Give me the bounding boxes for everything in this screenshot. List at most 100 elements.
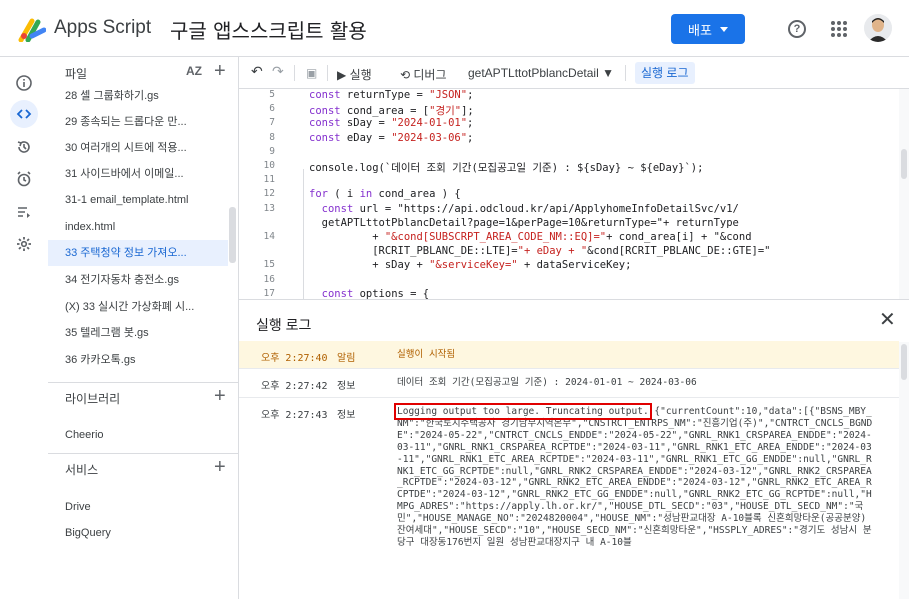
code-text: const options = {: [321, 287, 430, 299]
log-level: 알림: [337, 353, 356, 364]
code-text: const eDay = "2024-03-06";: [309, 131, 474, 144]
code-line[interactable]: 17 const options = {: [239, 288, 899, 299]
add-file-plus-icon[interactable]: +: [214, 61, 226, 81]
log-row: 오후 2:27:40 알림 실행이 시작됨: [239, 341, 899, 369]
log-time: 오후 2:27:42: [261, 381, 328, 392]
files-label: 파일: [65, 67, 88, 81]
divider: [48, 453, 238, 454]
file-item[interactable]: 34 전기자동차 충전소.gs: [48, 267, 228, 293]
line-number: 13: [263, 202, 275, 214]
file-item[interactable]: (X) 33 실시간 가상화폐 시...: [48, 294, 228, 320]
editor-code-icon[interactable]: [10, 100, 38, 128]
code-editor[interactable]: 5 const returnType = "JSON"; 6 const cond_a…: [239, 89, 909, 299]
service-item[interactable]: Drive: [65, 501, 91, 513]
log-message: 실행이 시작됨: [397, 349, 456, 360]
deploy-button[interactable]: 배포: [671, 14, 745, 44]
apps-script-logo-icon[interactable]: [18, 16, 46, 42]
editor-toolbar: ↶ ↷ ▣ ▶ 실행 ⟲ 디버그 getAPTLttotPblancDetail…: [239, 57, 909, 89]
file-item[interactable]: 31 사이드바에서 이메일...: [48, 161, 228, 187]
code-text: + sDay + "&serviceKey=" + dataServiceKey…: [309, 259, 632, 272]
log-scrollbar-thumb[interactable]: [901, 344, 907, 380]
line-number: 7: [269, 117, 275, 129]
line-number: 10: [263, 160, 275, 171]
left-rail: [0, 57, 48, 599]
execution-log-panel: 실행 로그 ✕ 오후 2:27:40 알림 실행이 시작됨 오후 2:27:42…: [239, 299, 909, 599]
project-title[interactable]: 구글 앱스스크립트 활용: [170, 15, 367, 44]
redo-icon[interactable]: ↷: [272, 63, 284, 80]
code-text: const returnType = "JSON";: [309, 89, 474, 101]
save-icon[interactable]: ▣: [306, 66, 317, 80]
log-time: 오후 2:27:40: [261, 353, 328, 364]
code-text: getAPTLttotPblancDetail?page=1&perPage=1…: [309, 216, 739, 229]
code-text: const cond_area = ["경기"];: [309, 105, 474, 118]
toolbar-divider: [294, 65, 295, 81]
function-select[interactable]: getAPTLttotPblancDetail ▼: [468, 66, 614, 80]
log-row: 오후 2:27:42 정보 데이터 조회 기간(모집공고일 기준) : 2024…: [239, 369, 899, 398]
code-text: [RCRIT_PBLANC_DE::LTE]="+ eDay + "&cond[…: [309, 245, 771, 258]
execution-log-button[interactable]: 실행 로그: [635, 62, 695, 84]
run-button[interactable]: ▶ 실행: [337, 66, 372, 83]
file-item[interactable]: 30 여러개의 시트에 적용...: [48, 135, 228, 161]
truncation-warning: Logging output too large. Truncating out…: [394, 403, 652, 420]
top-bar: Apps Script 구글 앱스스크립트 활용 배포 ?: [0, 0, 909, 57]
editor-area: ↶ ↷ ▣ ▶ 실행 ⟲ 디버그 getAPTLttotPblancDetail…: [238, 57, 909, 599]
line-number: 14: [263, 231, 275, 242]
log-title: 실행 로그: [256, 317, 312, 333]
line-number: 8: [269, 131, 275, 143]
line-number: 16: [263, 273, 275, 285]
files-scrollbar[interactable]: [229, 207, 236, 263]
settings-gear-icon[interactable]: [10, 230, 38, 258]
debug-button[interactable]: ⟲ 디버그: [400, 66, 447, 83]
triggers-alarm-icon[interactable]: [10, 165, 38, 193]
line-number: 15: [263, 259, 275, 271]
line-number: 17: [263, 287, 275, 299]
log-message: 데이터 조회 기간(모집공고일 기준) : 2024-01-01 ~ 2024-…: [397, 377, 697, 388]
line-number: 5: [269, 89, 275, 100]
help-icon[interactable]: ?: [788, 20, 806, 38]
log-level: 정보: [337, 381, 356, 392]
log-level: 정보: [337, 410, 356, 421]
chevron-down-icon: [719, 26, 728, 32]
close-icon[interactable]: ✕: [879, 310, 896, 330]
file-item[interactable]: 31-1 email_template.html: [48, 187, 228, 213]
line-number: 12: [263, 188, 275, 200]
code-text: for ( i in cond_area ) {: [309, 188, 461, 201]
avatar[interactable]: [864, 14, 892, 42]
google-apps-icon[interactable]: [831, 21, 847, 37]
line-number: 9: [269, 145, 275, 157]
file-item[interactable]: 36 카카오톡.gs: [48, 347, 228, 373]
add-service-plus-icon[interactable]: +: [214, 457, 226, 477]
undo-icon[interactable]: ↶: [251, 63, 263, 80]
file-item[interactable]: index.html: [48, 214, 228, 240]
history-icon[interactable]: [10, 133, 38, 161]
file-item[interactable]: 35 텔레그램 봇.gs: [48, 320, 228, 346]
overview-icon[interactable]: [10, 69, 38, 97]
code-text: const url = "https://api.odcloud.kr/api/…: [321, 202, 739, 215]
log-scrollbar[interactable]: [899, 342, 909, 599]
log-time: 오후 2:27:43: [261, 410, 328, 421]
code-text: console.log(`데이터 조회 기간(모집공고일 기준) : ${sDa…: [309, 162, 704, 174]
file-item-active[interactable]: 33 주택청약 정보 가져오...: [48, 240, 228, 266]
library-item[interactable]: Cheerio: [65, 429, 104, 441]
executions-list-icon[interactable]: [10, 198, 38, 226]
sort-az-icon[interactable]: AZ: [186, 64, 202, 78]
log-row: 오후 2:27:43 정보 Logging output too large. …: [239, 398, 899, 599]
deploy-label: 배포: [688, 22, 712, 38]
app-name: Apps Script: [54, 17, 152, 38]
code-scrollbar-thumb[interactable]: [901, 149, 907, 179]
divider: [48, 382, 238, 383]
toolbar-divider: [327, 65, 328, 81]
code-scrollbar[interactable]: [899, 89, 909, 299]
file-item[interactable]: 29 종속되는 드롭다운 만...: [48, 109, 228, 135]
line-number: 6: [269, 103, 275, 115]
log-message: Logging output too large. Truncating out…: [394, 403, 875, 549]
services-label: 서비스: [65, 463, 99, 477]
toolbar-divider: [625, 65, 626, 81]
log-json-output: {"currentCount":10,"data":[{"BSNS_MBY_NM…: [397, 406, 873, 548]
files-panel: 파일 AZ + 28 셀 그룹화하기.gs 29 종속되는 드롭다운 만... …: [48, 57, 238, 599]
file-item[interactable]: 28 셀 그룹화하기.gs: [48, 83, 228, 109]
code-text: + "&cond[SUBSCRPT_AREA_CODE_NM::EQ]="+ c…: [309, 231, 752, 243]
add-library-plus-icon[interactable]: +: [214, 386, 226, 406]
code-text: const sDay = "2024-01-01";: [309, 117, 474, 130]
service-item[interactable]: BigQuery: [65, 527, 111, 539]
